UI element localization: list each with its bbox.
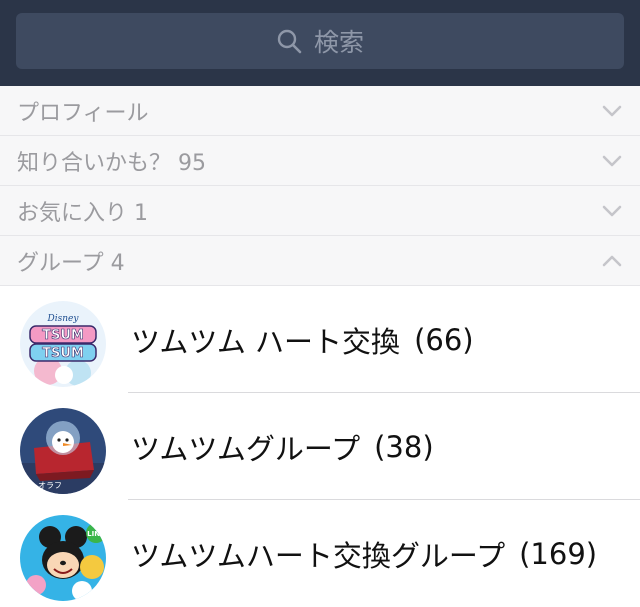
group-row[interactable]: LINE ツムツムハート交換グループ (169): [0, 500, 640, 607]
avatar-caption: オラフ: [38, 481, 62, 490]
chevron-down-icon: [602, 151, 622, 171]
member-count: (66): [414, 322, 474, 357]
chevron-up-icon: [602, 251, 622, 271]
member-count: (38): [374, 429, 434, 464]
section-label: プロフィール: [17, 100, 149, 126]
section-suggested-friends[interactable]: 知り合いかも？ 95: [0, 136, 640, 186]
group-row[interactable]: オラフ ツムツムグループ (38): [0, 393, 640, 500]
group-avatar: Disney TSUM TSUM: [20, 301, 106, 387]
svg-text:Disney: Disney: [47, 314, 80, 324]
search-field[interactable]: 検索: [16, 13, 624, 69]
group-name: ツムツムハート交換グループ: [131, 538, 506, 573]
svg-text:TSUM: TSUM: [42, 346, 84, 361]
search-icon: [277, 29, 302, 54]
group-avatar: オラフ: [20, 408, 106, 494]
chevron-down-icon: [602, 101, 622, 121]
section-profile[interactable]: プロフィール: [0, 86, 640, 136]
member-count: (169): [519, 536, 598, 571]
search-placeholder: 検索: [313, 28, 364, 57]
section-label: お気に入り 1: [17, 200, 148, 226]
chevron-down-icon: [602, 201, 622, 221]
avatar-caption: LINE: [87, 530, 105, 538]
section-label: 知り合いかも？ 95: [17, 150, 206, 176]
group-name: ツムツム ハート交換: [131, 324, 401, 359]
group-list: Disney TSUM TSUM ツムツム ハート交換 (66) オラフ ツムツ…: [0, 286, 640, 607]
group-avatar: LINE: [20, 515, 106, 601]
group-name: ツムツムグループ: [131, 431, 361, 466]
section-groups[interactable]: グループ 4: [0, 236, 640, 286]
top-bar: 検索: [0, 0, 640, 86]
svg-text:TSUM: TSUM: [42, 328, 84, 343]
group-row[interactable]: Disney TSUM TSUM ツムツム ハート交換 (66): [0, 286, 640, 393]
section-favorites[interactable]: お気に入り 1: [0, 186, 640, 236]
section-label: グループ 4: [17, 250, 125, 276]
